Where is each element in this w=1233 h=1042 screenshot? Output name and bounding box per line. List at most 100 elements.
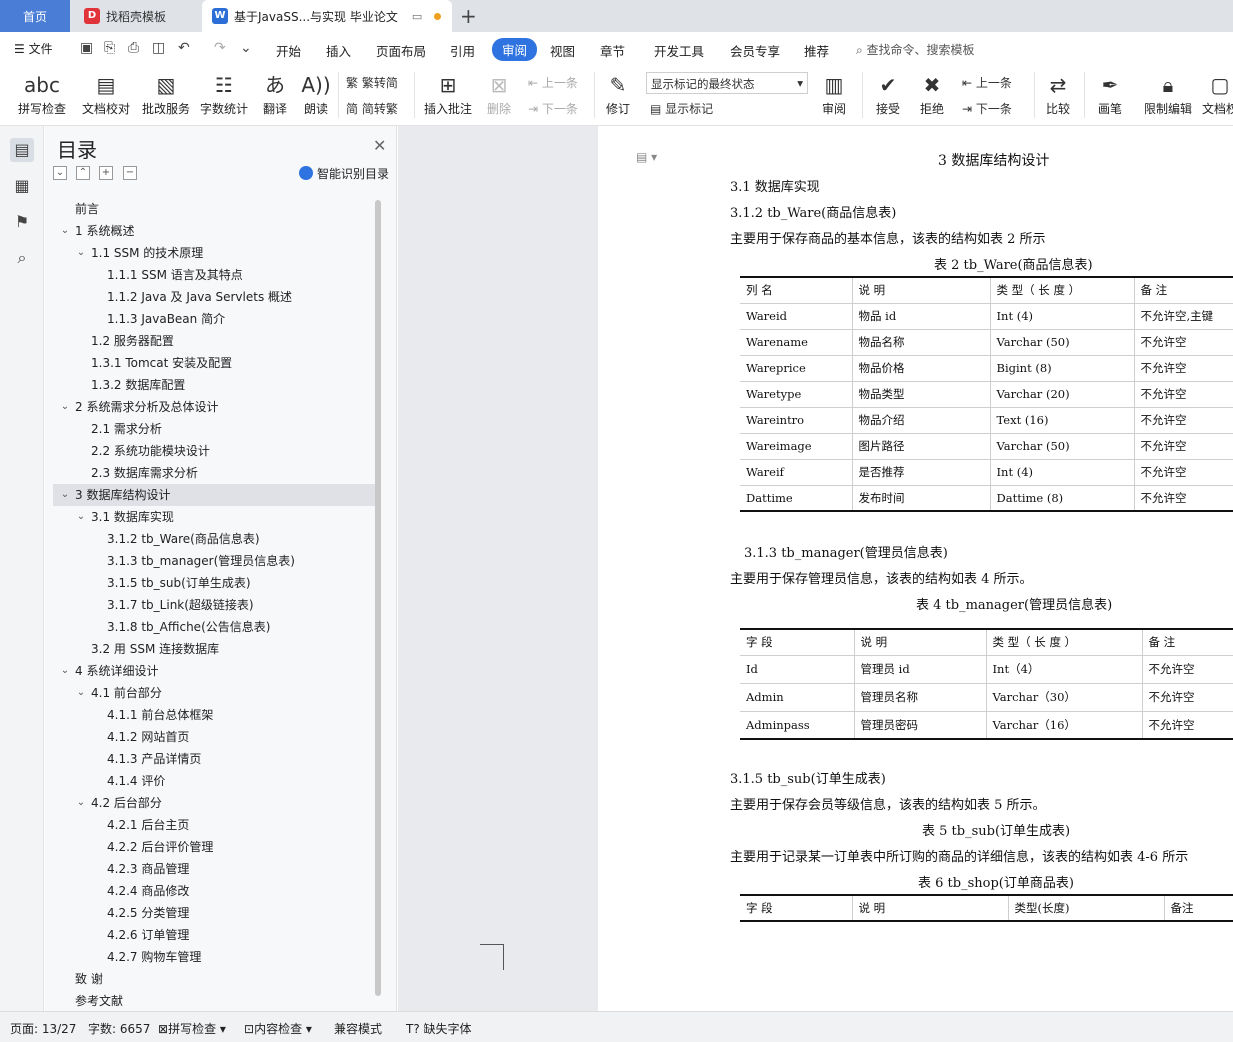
chevron-down-icon[interactable]: ⌄ xyxy=(59,396,71,418)
restrict-edit-button[interactable]: 🔒︎ 限制编辑 xyxy=(1140,70,1196,117)
doc-proof-button[interactable]: ▤ 文档校对 xyxy=(80,70,132,117)
word-count-button[interactable]: ☷ 字数统计 xyxy=(198,70,250,117)
reject-button[interactable]: ✖ 拒绝 xyxy=(914,70,950,117)
command-search[interactable]: ⌕ 查找命令、搜索模板 xyxy=(856,41,975,58)
toc-item[interactable]: 3.1.5 tb_sub(订单生成表) xyxy=(53,572,375,594)
toc-item[interactable]: 4.2.7 购物车管理 xyxy=(53,946,375,968)
toc-item[interactable]: 4.2.1 后台主页 xyxy=(53,814,375,836)
chevron-down-icon[interactable]: ⌄ xyxy=(75,506,87,528)
menu-tab-start[interactable]: 开始 xyxy=(276,41,301,60)
menu-tab-review[interactable]: 审阅 xyxy=(492,38,538,61)
toc-item[interactable]: 4.2.6 订单管理 xyxy=(53,924,375,946)
menu-tab-recommend[interactable]: 推荐 xyxy=(804,41,829,60)
tab-document[interactable]: W 基于JavaSS...与实现 毕业论文 ▭ xyxy=(202,0,452,32)
status-content-check[interactable]: ⊡内容检查 ▾ xyxy=(244,1020,312,1037)
redo-icon[interactable]: ↷ xyxy=(214,40,226,56)
track-changes-button[interactable]: ✎ 修订 xyxy=(600,70,636,117)
chevron-down-icon[interactable]: ⌄ xyxy=(59,660,71,682)
undo-icon[interactable]: ↶ xyxy=(178,40,190,56)
close-icon[interactable]: ✕ xyxy=(373,136,386,155)
toc-item[interactable]: 参考文献 xyxy=(53,990,375,1012)
next-comment-button[interactable]: ⇥ 下一条 xyxy=(528,100,578,117)
show-markup-button[interactable]: ▤ 显示标记 xyxy=(650,100,713,117)
expand-up-icon[interactable]: ⌃ xyxy=(76,166,90,180)
menu-tab-chapter[interactable]: 章节 xyxy=(600,41,625,60)
chevron-down-icon[interactable]: ⌄ xyxy=(75,242,87,264)
more-icon[interactable]: ⌄ xyxy=(240,40,252,56)
toc-icon[interactable]: ▤ xyxy=(10,138,34,162)
remove-level-icon[interactable]: − xyxy=(123,166,137,180)
prev-comment-button[interactable]: ⇤ 上一条 xyxy=(528,74,578,91)
toc-item[interactable]: ⌄ 4 系统详细设计 xyxy=(53,660,375,682)
toc-item[interactable]: ⌄ 2 系统需求分析及总体设计 xyxy=(53,396,375,418)
toc-item[interactable]: 致 谢 xyxy=(53,968,375,990)
smart-toc-button[interactable]: 智能识别目录 xyxy=(299,165,389,182)
menu-tab-developer[interactable]: 开发工具 xyxy=(654,41,704,60)
document-page[interactable]: ▤ ▾ 3 数据库结构设计 3.1 数据库实现 3.1.2 tb_Ware(商品… xyxy=(598,126,1233,1011)
monitor-icon[interactable]: ▭ xyxy=(412,10,422,23)
collapse-all-icon[interactable]: ⌄ xyxy=(53,166,67,180)
spell-check-button[interactable]: abc 拼写检查 xyxy=(12,70,72,117)
doc-permission-button[interactable]: ▢ 文档权 xyxy=(1200,70,1233,117)
toc-item[interactable]: 1.3.2 数据库配置 xyxy=(53,374,375,396)
toc-item[interactable]: 3.1.3 tb_manager(管理员信息表) xyxy=(53,550,375,572)
toc-scrollbar[interactable] xyxy=(375,200,381,996)
tab-template[interactable]: D 找稻壳模板 xyxy=(72,0,200,32)
toc-item[interactable]: 1.3.1 Tomcat 安装及配置 xyxy=(53,352,375,374)
toc-item[interactable]: 4.2.3 商品管理 xyxy=(53,858,375,880)
toc-item[interactable]: 3.2 用 SSM 连接数据库 xyxy=(53,638,375,660)
page-options-icon[interactable]: ▤ ▾ xyxy=(636,150,657,164)
read-aloud-button[interactable]: A)) 朗读 xyxy=(300,70,332,117)
export-pdf-icon[interactable]: ⎘ xyxy=(104,40,115,56)
toc-item[interactable]: 4.1.2 网站首页 xyxy=(53,726,375,748)
add-level-icon[interactable]: + xyxy=(99,166,113,180)
toc-item[interactable]: 1.1.1 SSM 语言及其特点 xyxy=(53,264,375,286)
menu-tab-layout[interactable]: 页面布局 xyxy=(376,41,426,60)
chevron-down-icon[interactable]: ⌄ xyxy=(59,220,71,242)
pen-button[interactable]: ✒ 画笔 xyxy=(1094,70,1126,117)
toc-item[interactable]: 1.1.3 JavaBean 简介 xyxy=(53,308,375,330)
print-preview-icon[interactable]: ◫ xyxy=(152,40,165,56)
toc-item[interactable]: 4.1.3 产品详情页 xyxy=(53,748,375,770)
navigation-icon[interactable]: ▦ xyxy=(10,174,34,198)
compat-mode[interactable]: 兼容模式 xyxy=(334,1020,382,1037)
toc-item[interactable]: 4.2.2 后台评价管理 xyxy=(53,836,375,858)
review-pane-button[interactable]: ▥ 审阅 xyxy=(816,70,852,117)
markup-state-select[interactable]: 显示标记的最终状态 ▾ xyxy=(646,72,808,94)
compare-button[interactable]: ⇄ 比较 xyxy=(1040,70,1076,117)
toc-item[interactable]: ⌄ 1 系统概述 xyxy=(53,220,375,242)
toc-item[interactable]: 3.1.8 tb_Affiche(公告信息表) xyxy=(53,616,375,638)
accept-button[interactable]: ✔ 接受 xyxy=(870,70,906,117)
page-indicator[interactable]: 页面: 13/27 xyxy=(10,1020,76,1037)
chevron-down-icon[interactable]: ⌄ xyxy=(75,792,87,814)
toc-item[interactable]: 3.1.7 tb_Link(超级链接表) xyxy=(53,594,375,616)
chevron-down-icon[interactable]: ⌄ xyxy=(75,682,87,704)
toc-item[interactable]: ⌄ 3 数据库结构设计 xyxy=(53,484,375,506)
toc-item[interactable]: 4.1.4 评价 xyxy=(53,770,375,792)
new-tab-icon[interactable]: + xyxy=(460,4,477,28)
insert-comment-button[interactable]: ⊞ 插入批注 xyxy=(420,70,476,117)
word-count-indicator[interactable]: 字数: 6657 xyxy=(88,1020,150,1037)
tab-home[interactable]: 首页 xyxy=(0,0,70,32)
toc-item[interactable]: ⌄ 3.1 数据库实现 xyxy=(53,506,375,528)
trad-to-simp-button[interactable]: 繁 繁转简 xyxy=(346,74,398,91)
status-spell-check[interactable]: ⊠拼写检查 ▾ xyxy=(158,1020,226,1037)
toc-item[interactable]: 1.2 服务器配置 xyxy=(53,330,375,352)
chevron-down-icon[interactable]: ⌄ xyxy=(59,484,71,506)
menu-tab-member[interactable]: 会员专享 xyxy=(730,41,780,60)
toc-item[interactable]: 3.1.2 tb_Ware(商品信息表) xyxy=(53,528,375,550)
translate-button[interactable]: あ翻译 xyxy=(256,70,294,117)
toc-item[interactable]: 2.3 数据库需求分析 xyxy=(53,462,375,484)
file-menu[interactable]: ☰ 文件 xyxy=(14,40,53,57)
bookmark-icon[interactable]: ⚑ xyxy=(10,210,34,234)
next-change-button[interactable]: ⇥ 下一条 xyxy=(962,100,1012,117)
toc-item[interactable]: 1.1.2 Java 及 Java Servlets 概述 xyxy=(53,286,375,308)
menu-tab-insert[interactable]: 插入 xyxy=(326,41,351,60)
simp-to-trad-button[interactable]: 简 简转繁 xyxy=(346,100,398,117)
batch-service-button[interactable]: ▧ 批改服务 xyxy=(140,70,192,117)
print-icon[interactable]: ⎙ xyxy=(128,40,139,56)
delete-comment-button[interactable]: ⊠ 删除 xyxy=(480,70,518,117)
menu-tab-reference[interactable]: 引用 xyxy=(450,41,475,60)
toc-item[interactable]: ⌄ 4.2 后台部分 xyxy=(53,792,375,814)
missing-font[interactable]: T? 缺失字体 xyxy=(406,1020,472,1037)
